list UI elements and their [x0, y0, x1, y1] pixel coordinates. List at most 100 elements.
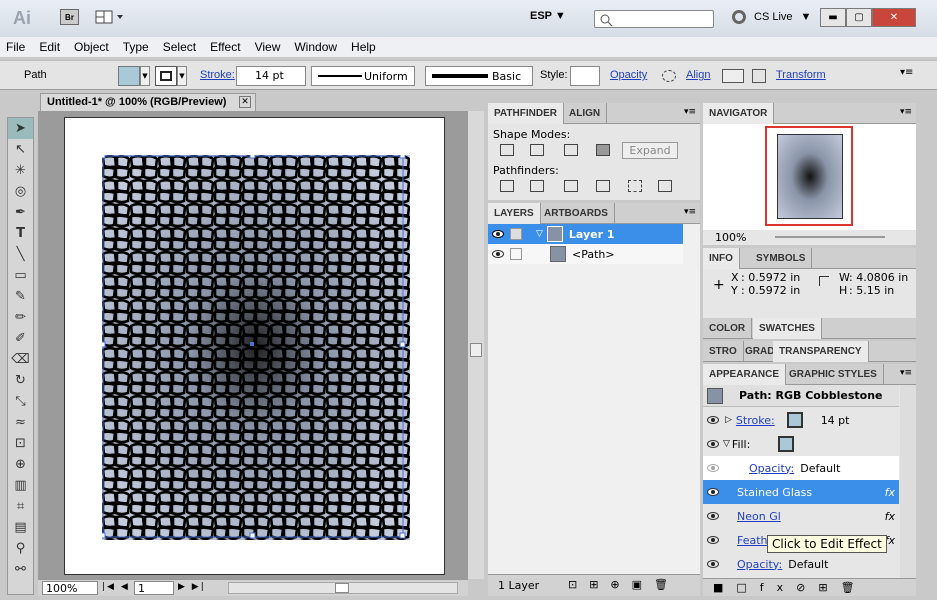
disclosure-icon[interactable]: ▷ — [725, 415, 732, 425]
layers-footer-icons[interactable]: ⊡⊞⊕▣🗑 — [568, 578, 680, 591]
menu-help[interactable]: Help — [351, 40, 376, 54]
close-button[interactable]: ✕ — [872, 8, 916, 27]
vertical-scrollbar[interactable] — [468, 111, 484, 579]
menu-file[interactable]: File — [6, 40, 25, 54]
exclude-icon[interactable] — [596, 144, 610, 156]
lasso-tool-icon[interactable]: ◎ — [8, 181, 33, 202]
appearance-scrollbar[interactable] — [900, 385, 916, 578]
stroke-color-swatch[interactable] — [786, 412, 803, 428]
cobblestone-artwork[interactable] — [102, 155, 410, 540]
layer-name[interactable]: Layer 1 — [569, 228, 615, 241]
tab-layers[interactable]: LAYERS — [488, 203, 541, 224]
stroke-dropdown[interactable]: ▼ — [177, 66, 187, 86]
stroke-weight-field[interactable]: 14 pt — [236, 66, 306, 86]
visibility-icon[interactable] — [707, 440, 719, 448]
control-menu-icon[interactable]: ▾≡ — [900, 67, 913, 78]
tab-pathfinder[interactable]: PATHFINDER — [488, 103, 564, 124]
lock-toggle[interactable] — [510, 228, 522, 240]
fill-attribute-row[interactable]: ▽ Fill: — [703, 432, 899, 456]
free-transform-tool-icon[interactable]: ⊡ — [8, 433, 33, 454]
maximize-button[interactable]: ▢ — [846, 8, 872, 27]
horizontal-scrollbar[interactable] — [228, 582, 458, 594]
menu-effect[interactable]: Effect — [210, 40, 240, 54]
minus-back-icon[interactable] — [658, 180, 672, 192]
align-link[interactable]: Align — [686, 69, 710, 81]
graph-tool-icon[interactable]: ▥ — [8, 475, 33, 496]
opacity-link[interactable]: Opacity: — [737, 558, 782, 571]
disclosure-icon[interactable]: ▽ — [536, 229, 543, 239]
pencil-tool-icon[interactable]: ✏ — [8, 307, 33, 328]
minus-front-icon[interactable] — [530, 144, 544, 156]
gradient-tool-icon[interactable]: ▤ — [8, 517, 33, 538]
search-input[interactable] — [594, 10, 714, 28]
expand-button[interactable]: Expand — [622, 142, 678, 159]
fill-opacity-row[interactable]: Opacity: Default — [703, 456, 899, 480]
visibility-icon[interactable] — [707, 464, 719, 472]
visibility-icon[interactable] — [492, 230, 504, 238]
rectangle-tool-icon[interactable]: ▭ — [8, 265, 33, 286]
visibility-icon[interactable] — [707, 536, 719, 544]
visibility-icon[interactable] — [707, 416, 719, 424]
direct-selection-tool-icon[interactable]: ↖ — [8, 139, 33, 160]
close-icon[interactable]: ✕ — [239, 96, 251, 108]
crop-icon[interactable] — [596, 180, 610, 192]
tab-align[interactable]: ALIGN — [563, 103, 608, 124]
scroll-thumb[interactable] — [335, 583, 349, 593]
opacity-link[interactable]: Opacity: — [749, 462, 794, 475]
mesh-tool-icon[interactable]: ⌗ — [8, 496, 33, 517]
merge-icon[interactable] — [564, 180, 578, 192]
visibility-icon[interactable] — [707, 488, 719, 496]
scale-tool-icon[interactable]: ⤡ — [8, 391, 33, 412]
effect-name[interactable]: Neon Gl — [737, 510, 781, 523]
tab-symbols[interactable]: SYMBOLS — [750, 248, 813, 269]
workspace-switcher[interactable]: ESP ▼ — [530, 10, 566, 22]
panel-menu-icon[interactable]: ▾≡ — [684, 107, 696, 117]
tab-info[interactable]: INFO — [703, 248, 740, 269]
lock-toggle[interactable] — [510, 248, 522, 260]
eyedropper-tool-icon[interactable]: ⚲ — [8, 538, 33, 559]
transform-link[interactable]: Transform — [776, 69, 826, 81]
panel-menu-icon[interactable]: ▾≡ — [684, 207, 696, 217]
variable-width-profile[interactable]: Uniform — [311, 66, 415, 86]
effect-row-neon-glow[interactable]: Neon Gl fx — [703, 504, 899, 528]
stroke-link[interactable]: Stroke: — [200, 69, 235, 81]
menu-edit[interactable]: Edit — [39, 40, 60, 54]
outline-icon[interactable] — [628, 180, 642, 192]
fill-swatch[interactable] — [118, 66, 140, 86]
line-tool-icon[interactable]: ╲ — [8, 244, 33, 265]
intersect-icon[interactable] — [564, 144, 578, 156]
blend-tool-icon[interactable]: ⚯ — [8, 559, 33, 580]
pen-tool-icon[interactable]: ✒ — [8, 202, 33, 223]
tab-color[interactable]: COLOR — [703, 318, 753, 339]
selection-tool-icon[interactable]: ➤ — [8, 118, 33, 139]
visibility-icon[interactable] — [707, 512, 719, 520]
disclosure-icon[interactable]: ▽ — [723, 439, 730, 449]
stroke-attribute-row[interactable]: ▷ Stroke: 14 pt — [703, 408, 899, 432]
shape-builder-tool-icon[interactable]: ⊕ — [8, 454, 33, 475]
cs-live-menu[interactable]: CS Live ▼ — [732, 10, 811, 24]
minimize-button[interactable]: ▬ — [820, 8, 846, 27]
menu-view[interactable]: View — [255, 40, 281, 54]
paintbrush-tool-icon[interactable]: ✎ — [8, 286, 33, 307]
brush-definition[interactable]: Basic — [425, 66, 533, 86]
warp-tool-icon[interactable]: ≈ — [8, 412, 33, 433]
zoom-slider[interactable] — [775, 236, 885, 238]
tab-graphic-styles[interactable]: GRAPHIC STYLES — [783, 364, 884, 385]
transform-icon[interactable] — [752, 69, 766, 83]
artboard-nav-next[interactable]: ▶ ▶| — [178, 582, 206, 592]
menu-type[interactable]: Type — [123, 40, 149, 54]
tab-appearance[interactable]: APPEARANCE — [703, 364, 787, 385]
recolor-artwork-icon[interactable] — [662, 70, 676, 82]
path-row[interactable]: <Path> — [488, 244, 683, 264]
panel-menu-icon[interactable]: ▾≡ — [900, 107, 912, 117]
zoom-field[interactable]: 100% — [42, 581, 98, 595]
bridge-button[interactable]: Br — [60, 9, 79, 25]
scroll-thumb[interactable] — [470, 343, 482, 357]
tab-navigator[interactable]: NAVIGATOR — [703, 103, 775, 124]
arrange-documents-button[interactable] — [95, 9, 127, 25]
navigator-zoom[interactable]: 100% — [715, 231, 746, 244]
menu-select[interactable]: Select — [163, 40, 196, 54]
magic-wand-tool-icon[interactable]: ✳ — [8, 160, 33, 181]
path-name[interactable]: <Path> — [572, 248, 615, 261]
visibility-icon[interactable] — [707, 560, 719, 568]
